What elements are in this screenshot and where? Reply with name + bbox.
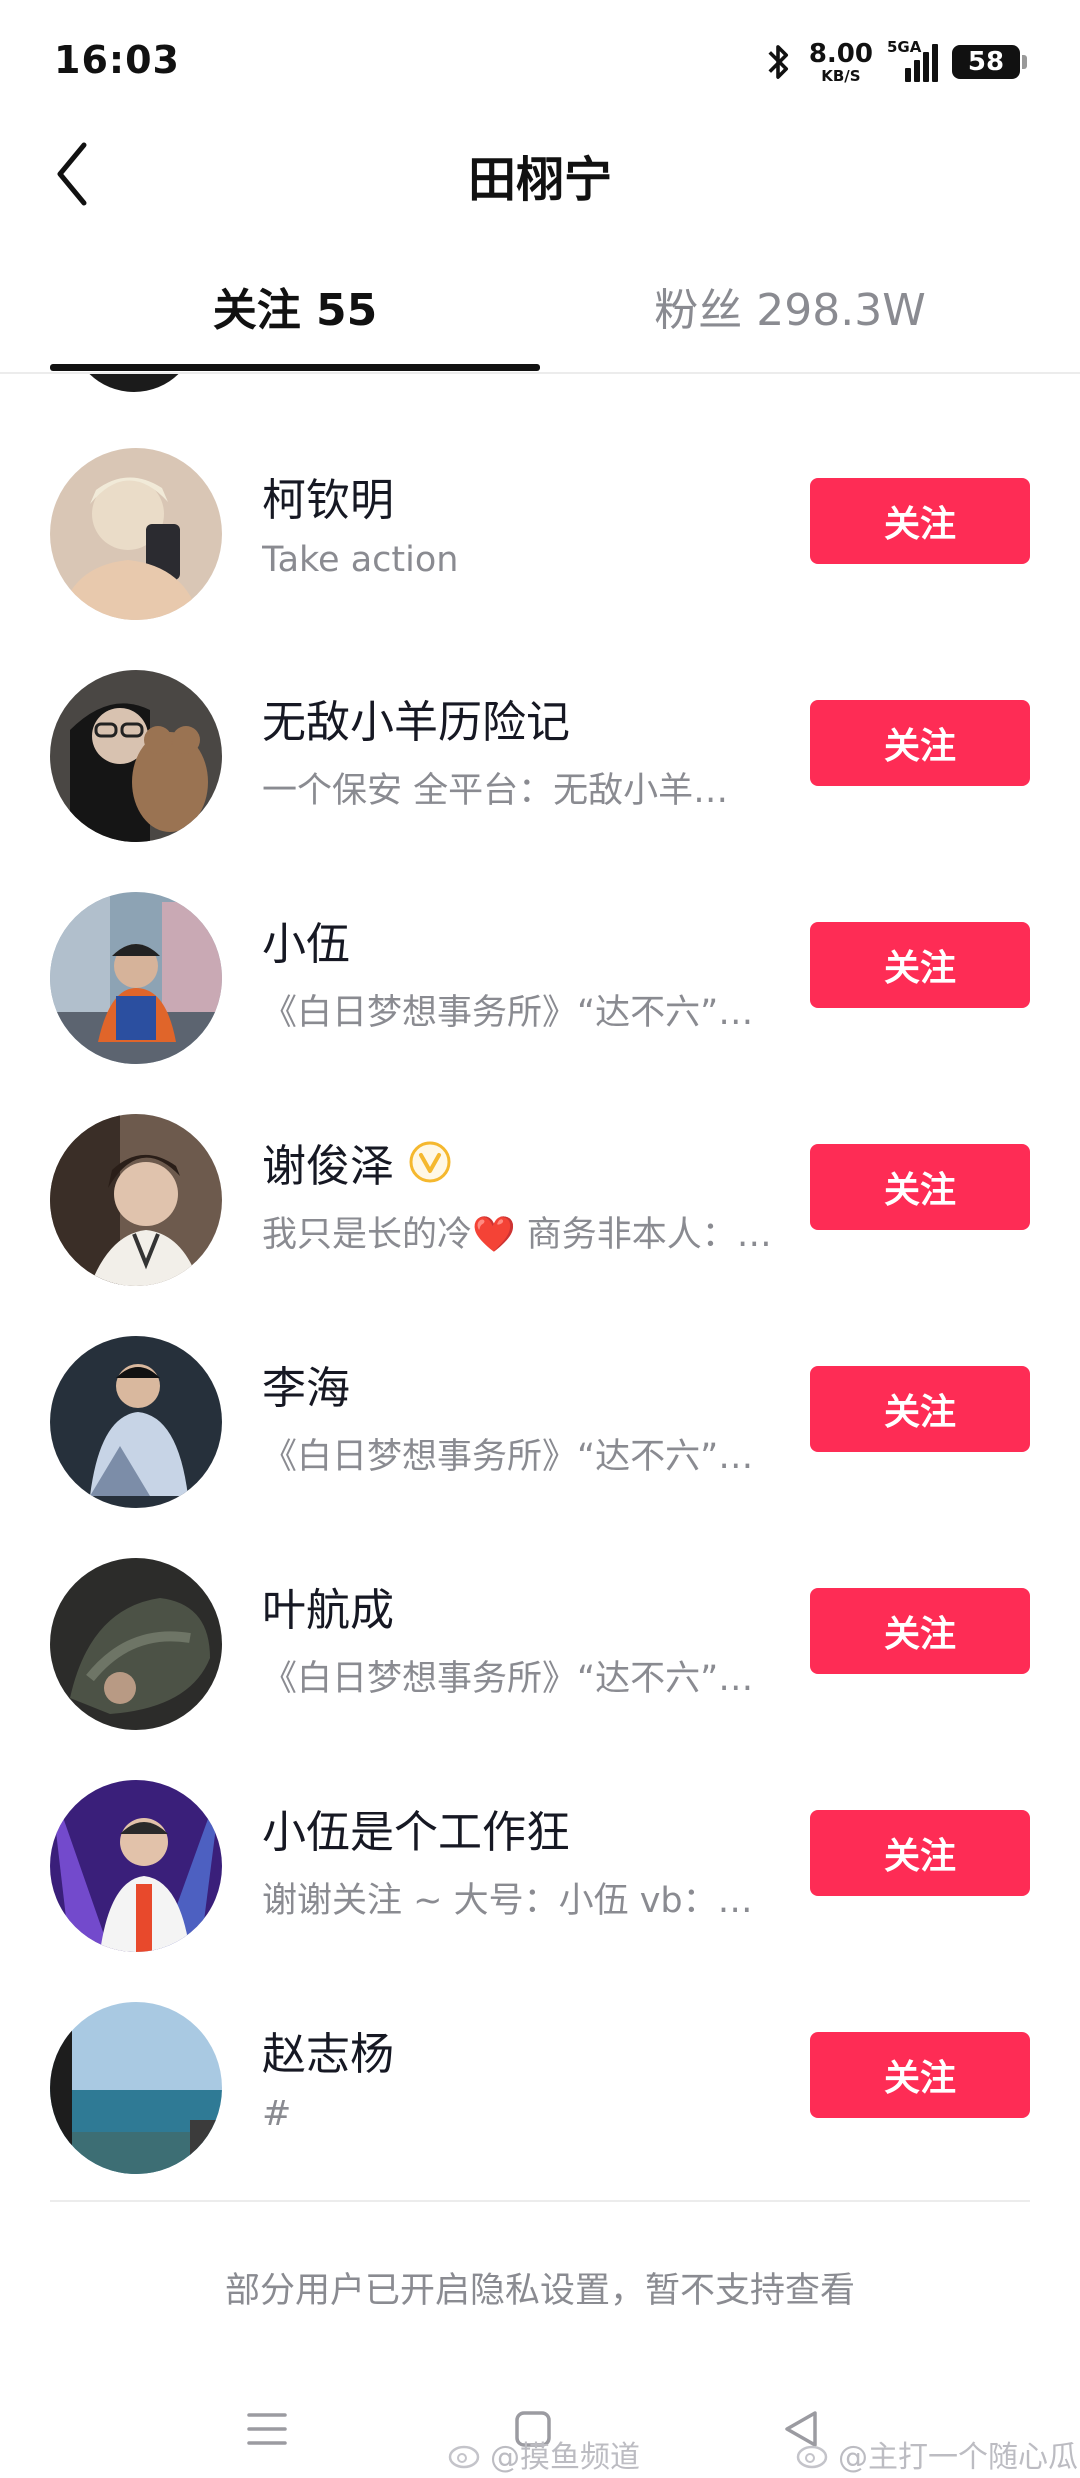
- user-bio: 一个保安 全平台：无敌小羊…: [262, 771, 729, 811]
- tab-followers[interactable]: 粉丝 298.3W: [520, 274, 1060, 338]
- list-item[interactable]: 谢俊泽 我只是长的冷❤️ 商务非本人：… 关注: [0, 1070, 1080, 1292]
- list-item[interactable]: 李海 《白日梦想事务所》“达不六”… 关注: [0, 1292, 1080, 1514]
- network-type: 5GA: [887, 38, 922, 56]
- menu-icon: [247, 2413, 287, 2445]
- user-name[interactable]: 无敌小羊历险记: [262, 686, 570, 750]
- list-item[interactable]: 柯钦明 Take action 关注: [0, 404, 1080, 626]
- privacy-note: 部分用户已开启隐私设置，暂不支持查看: [224, 2271, 855, 2311]
- system-nav-bar: @摸鱼频道 @主打一个随心瓜: [0, 2380, 1080, 2478]
- watermark-text: @摸鱼频道: [490, 2440, 640, 2475]
- bluetooth-icon: [768, 45, 788, 79]
- avatar[interactable]: [50, 448, 222, 620]
- user-bio: #: [262, 2094, 292, 2134]
- watermark-text: @主打一个随心瓜: [838, 2440, 1078, 2475]
- verified-badge-icon: [409, 1141, 451, 1183]
- name-line: 赵志杨: [262, 2018, 394, 2082]
- user-bio: 《白日梦想事务所》“达不六”…: [262, 1659, 754, 1699]
- user-bio: 《白日梦想事务所》“达不六”…: [262, 1437, 754, 1477]
- network-speed-unit: KB/S: [821, 66, 861, 85]
- follow-button[interactable]: 关注: [810, 922, 1030, 1008]
- tab-bar: 关注 55 粉丝 298.3W: [0, 240, 1080, 374]
- avatar[interactable]: [50, 1780, 222, 1952]
- list-item[interactable]: 无敌小羊历险记 一个保安 全平台：无敌小羊… 关注: [0, 626, 1080, 848]
- tab-following[interactable]: 关注 55: [25, 274, 565, 338]
- name-line: 柯钦明: [262, 464, 394, 528]
- follow-button[interactable]: 关注: [810, 1366, 1030, 1452]
- user-name[interactable]: 小伍是个工作狂: [262, 1796, 570, 1860]
- status-bar: 16:03 8.00 KB/S 5GA 58: [0, 0, 1080, 120]
- avatar[interactable]: [50, 892, 222, 1064]
- avatar[interactable]: [50, 1336, 222, 1508]
- weibo-logo-icon: [796, 2445, 828, 2469]
- watermark: @主打一个随心瓜: [796, 2432, 1078, 2476]
- user-name[interactable]: 谢俊泽: [262, 1130, 394, 1194]
- user-bio: Take action: [262, 540, 459, 580]
- network-speed: 8.00 KB/S: [809, 41, 873, 84]
- avatar[interactable]: [50, 2002, 222, 2174]
- user-bio: 谢谢关注 ~ 大号：小伍 vb：…: [262, 1881, 753, 1921]
- page-title: 田栩宁: [467, 152, 612, 208]
- avatar[interactable]: [50, 670, 222, 842]
- name-line: 李海: [262, 1352, 350, 1416]
- battery-icon: 58: [952, 45, 1027, 79]
- name-line: 小伍: [262, 908, 350, 972]
- signal-icon: 5GA: [887, 38, 938, 82]
- user-name[interactable]: 李海: [262, 1352, 350, 1416]
- list-item[interactable]: 叶航成 《白日梦想事务所》“达不六”… 关注: [0, 1514, 1080, 1736]
- user-name[interactable]: 柯钦明: [262, 464, 394, 528]
- status-indicators: 8.00 KB/S 5GA 58: [761, 38, 1027, 86]
- avatar[interactable]: [50, 1558, 222, 1730]
- status-time: 16:03: [54, 38, 180, 82]
- user-name[interactable]: 赵志杨: [262, 2018, 394, 2082]
- follow-button[interactable]: 关注: [810, 700, 1030, 786]
- list-item[interactable]: 赵志杨 # 关注: [0, 1958, 1080, 2180]
- user-name[interactable]: 小伍: [262, 908, 350, 972]
- user-bio: 我只是长的冷❤️ 商务非本人：…: [262, 1215, 772, 1255]
- avatar[interactable]: [50, 1114, 222, 1286]
- divider: [50, 2200, 1030, 2202]
- weibo-logo-icon: [448, 2445, 480, 2469]
- name-line: 小伍是个工作狂: [262, 1796, 570, 1860]
- name-line: 叶航成: [262, 1574, 394, 1638]
- following-list[interactable]: 柯钦明 Take action 关注 无敌小羊历险记 一个保安 全平台：无敌小羊…: [0, 374, 1080, 2204]
- follow-button[interactable]: 关注: [810, 2032, 1030, 2118]
- follow-button[interactable]: 关注: [810, 1810, 1030, 1896]
- name-line: 谢俊泽: [262, 1130, 452, 1194]
- user-name[interactable]: 叶航成: [262, 1574, 394, 1638]
- battery-level: 58: [967, 47, 1005, 77]
- follow-button[interactable]: 关注: [810, 478, 1030, 564]
- list-item[interactable]: 小伍是个工作狂 谢谢关注 ~ 大号：小伍 vb：… 关注: [0, 1736, 1080, 1958]
- list-item[interactable]: 小伍 《白日梦想事务所》“达不六”… 关注: [0, 848, 1080, 1070]
- screen: 16:03 8.00 KB/S 5GA 58 田栩宁 关注 55 粉丝 298.…: [0, 0, 1080, 2478]
- follow-button[interactable]: 关注: [810, 1588, 1030, 1674]
- network-speed-value: 8.00: [808, 38, 873, 69]
- menu-button[interactable]: [232, 2394, 302, 2464]
- watermark: @摸鱼频道: [448, 2432, 640, 2476]
- name-line: 无敌小羊历险记: [262, 686, 570, 750]
- user-bio: 《白日梦想事务所》“达不六”…: [262, 993, 754, 1033]
- follow-button[interactable]: 关注: [810, 1144, 1030, 1230]
- avatar[interactable]: [70, 374, 198, 392]
- header: 田栩宁: [0, 120, 1080, 230]
- tab-indicator: [50, 364, 540, 371]
